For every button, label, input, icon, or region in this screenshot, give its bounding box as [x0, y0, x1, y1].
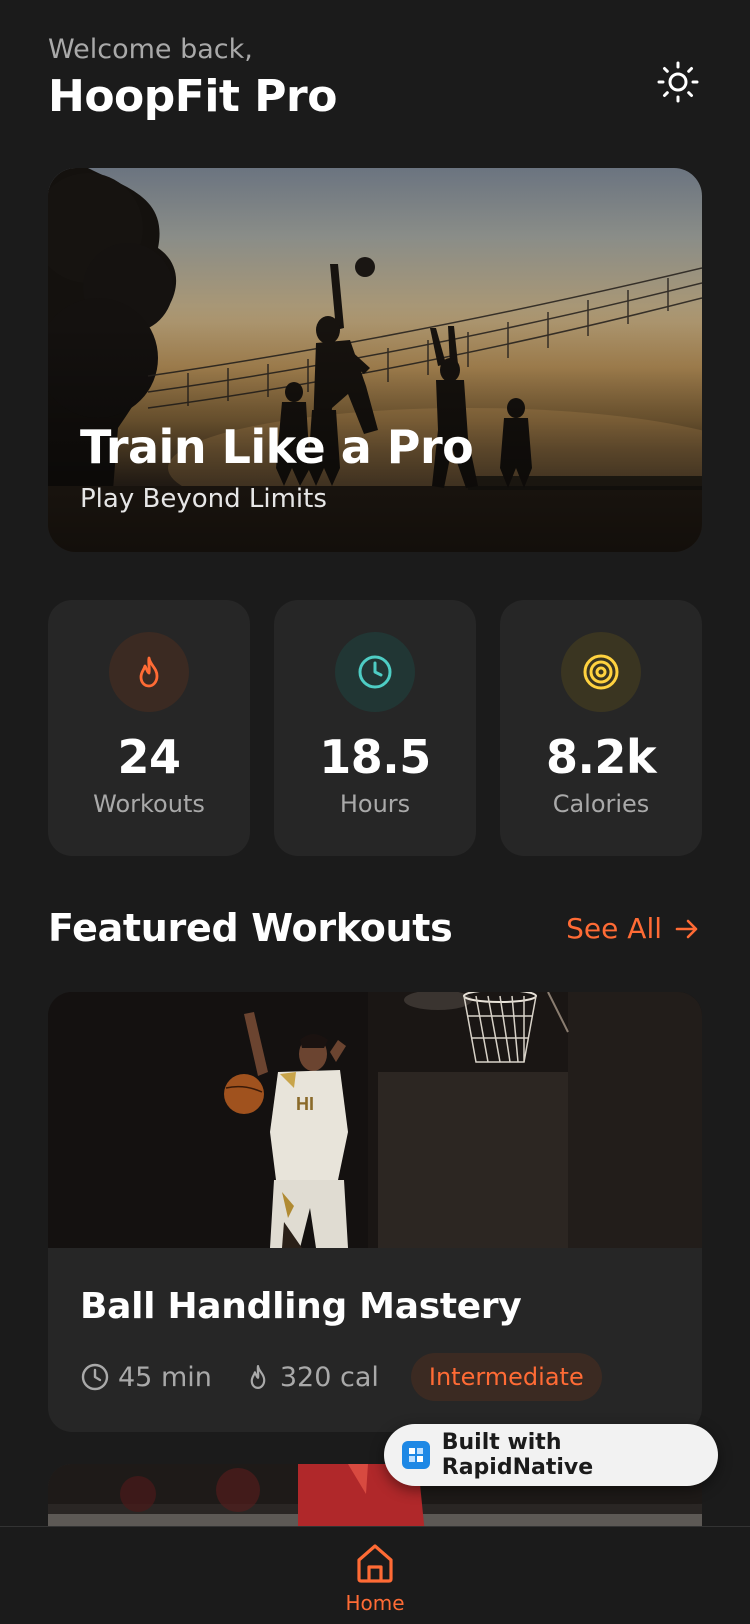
app-name: HoopFit Pro	[48, 71, 337, 122]
workout-meta: 45 min 320 cal Intermediate	[80, 1352, 602, 1402]
hero-subtitle: Play Beyond Limits	[80, 484, 327, 514]
hero-banner[interactable]: Train Like a Pro Play Beyond Limits	[48, 168, 702, 552]
duration-meta: 45 min	[80, 1362, 212, 1393]
level-badge: Intermediate	[410, 1353, 602, 1401]
workout-card[interactable]: HI Ball Handling Mastery 45 min 320 cal …	[48, 992, 702, 1432]
welcome-text: Welcome back,	[48, 34, 253, 65]
flame-icon	[139, 656, 159, 688]
header: Welcome back, HoopFit Pro	[48, 34, 702, 134]
built-with-text: Built with RapidNative	[441, 1430, 594, 1480]
stat-icon-badge	[335, 632, 415, 712]
stat-icon-badge	[109, 632, 189, 712]
calories-meta: 320 cal	[244, 1362, 379, 1393]
hero-title: Train Like a Pro	[80, 420, 474, 474]
stats-row: 24 Workouts 18.5 Hours 8.2k Calories	[48, 600, 702, 856]
calories-text: 320 cal	[279, 1361, 379, 1393]
workout-image: HI	[48, 992, 702, 1248]
stat-card-calories: 8.2k Calories	[500, 600, 702, 856]
stat-value: 18.5	[319, 730, 431, 784]
stat-label: Calories	[552, 790, 650, 818]
built-with-badge[interactable]: Built with RapidNative	[384, 1424, 718, 1486]
stat-card-hours: 18.5 Hours	[274, 600, 476, 856]
stat-label: Workouts	[93, 790, 205, 818]
theme-toggle-button[interactable]	[654, 58, 702, 106]
see-all-button[interactable]: See All	[566, 912, 700, 945]
duration-text: 45 min	[118, 1361, 212, 1393]
home-icon	[357, 1544, 393, 1583]
stat-value: 8.2k	[545, 730, 657, 784]
stat-value: 24	[117, 730, 181, 784]
target-icon	[583, 654, 619, 690]
clock-icon	[81, 1363, 109, 1391]
basketball-photo: HI	[48, 992, 702, 1248]
stat-card-workouts: 24 Workouts	[48, 600, 250, 856]
stat-label: Hours	[339, 790, 411, 818]
flame-icon	[250, 1365, 266, 1389]
rapidnative-logo-icon	[402, 1441, 430, 1469]
bottom-navigation: Home	[0, 1526, 750, 1624]
nav-home-tab[interactable]: Home	[335, 1541, 415, 1624]
see-all-label: See All	[566, 912, 662, 945]
svg-text:HI: HI	[296, 1094, 314, 1114]
nav-home-label: Home	[345, 1591, 405, 1615]
clock-icon	[358, 655, 392, 689]
sun-icon	[657, 61, 699, 103]
arrow-right-icon	[675, 919, 698, 938]
workout-title: Ball Handling Mastery	[80, 1286, 522, 1327]
featured-header: Featured Workouts See All	[48, 906, 702, 958]
stat-icon-badge	[561, 632, 641, 712]
